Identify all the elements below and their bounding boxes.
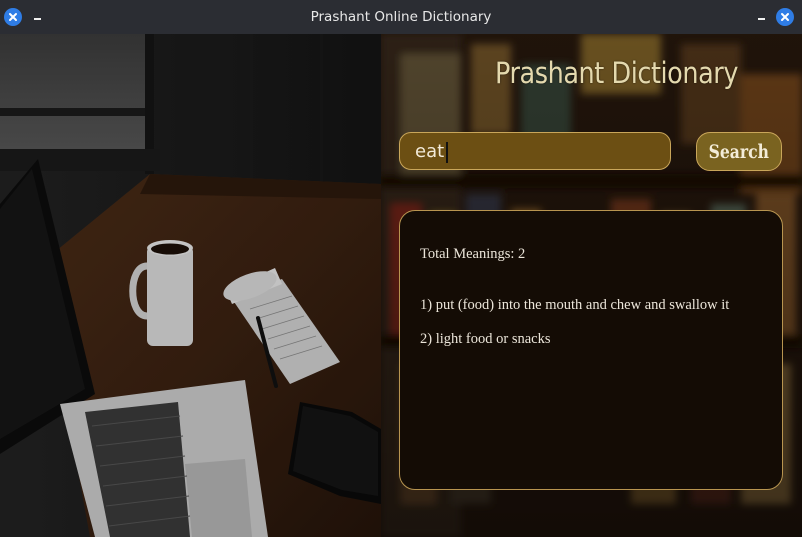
meaning-item: 2) light food or snacks	[420, 331, 551, 347]
text-caret	[446, 142, 448, 163]
results-panel: Total Meanings: 2 1) put (food) into the…	[399, 210, 783, 490]
search-button[interactable]: Search	[696, 132, 782, 171]
minimize-icon[interactable]	[754, 8, 768, 26]
meaning-item: 1) put (food) into the mouth and chew an…	[420, 297, 730, 313]
search-input[interactable]	[399, 132, 671, 170]
search-button-label: Search	[708, 140, 770, 163]
desk-photo-illustration	[0, 34, 381, 537]
close-icon[interactable]	[776, 8, 794, 26]
desk-photo	[0, 34, 381, 537]
title-bar: Prashant Online Dictionary	[0, 0, 802, 34]
window-title: Prashant Online Dictionary	[310, 9, 492, 25]
dictionary-window: Prashant Online Dictionary Prashant Dict…	[0, 0, 802, 537]
app-heading: Prashant Dictionary	[495, 56, 739, 90]
total-meanings: Total Meanings: 2	[420, 246, 526, 262]
